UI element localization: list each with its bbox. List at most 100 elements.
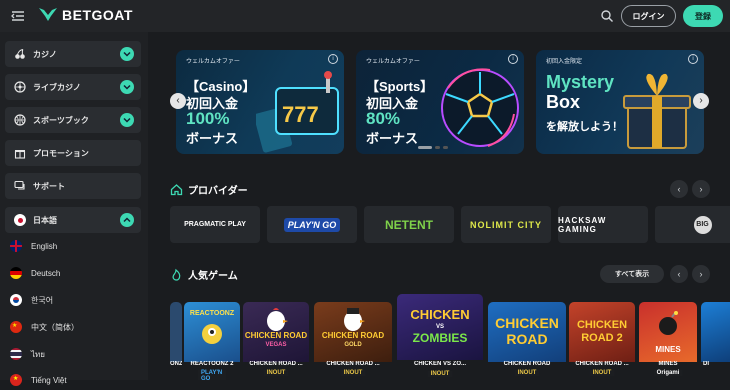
section-title: 人気ゲーム bbox=[188, 271, 238, 282]
search-icon[interactable] bbox=[600, 9, 614, 23]
provider-label: BIG bbox=[693, 215, 712, 234]
language-option-label: ไทย bbox=[31, 349, 45, 359]
game-card[interactable]: MINES MINES Origami bbox=[639, 302, 697, 380]
chevron-down-icon[interactable] bbox=[120, 47, 134, 61]
chevron-down-icon[interactable] bbox=[120, 113, 134, 127]
language-option-label: 中文（简体） bbox=[31, 322, 79, 332]
provider-netent[interactable]: NETENT bbox=[364, 206, 454, 243]
brand-name: BETGOAT bbox=[62, 7, 133, 23]
language-option-thai[interactable]: ไทย bbox=[10, 344, 45, 364]
popular-heading: 人気ゲーム bbox=[170, 267, 238, 282]
banner-tag: ウェルカムオファー bbox=[366, 59, 420, 65]
sidebar-item-label: ライブカジノ bbox=[33, 82, 81, 92]
sidebar-item-casino[interactable]: カジノ bbox=[5, 41, 141, 67]
provider-label: NOLIMIT CITY bbox=[470, 219, 542, 230]
sidebar-item-sportsbook[interactable]: スポーツブック bbox=[5, 107, 141, 133]
pagination-dot[interactable] bbox=[443, 146, 448, 149]
game-card[interactable]: CHICKEN ROAD CHICKEN ROAD INOUT bbox=[488, 302, 566, 380]
top-bar: BETGOAT ログイン 登録 bbox=[0, 0, 730, 32]
sidebar-item-label: プロモーション bbox=[33, 148, 89, 158]
language-option-korean[interactable]: 한국어 bbox=[10, 290, 53, 310]
flame-icon bbox=[170, 268, 183, 281]
game-name: DI bbox=[703, 361, 709, 367]
provider-nolimit-city[interactable]: NOLIMIT CITY bbox=[461, 206, 551, 243]
games-next-button[interactable]: › bbox=[692, 265, 710, 283]
game-name: CHICKEN ROAD ... bbox=[575, 361, 629, 367]
game-thumbnail bbox=[170, 302, 182, 362]
providers-prev-button[interactable]: ‹ bbox=[670, 180, 688, 198]
game-thumb-subtitle: GOLD bbox=[344, 342, 362, 348]
provider-playn-go[interactable]: PLAY'N GO bbox=[267, 206, 357, 243]
game-thumb-title: CHICKEN bbox=[576, 319, 628, 331]
chevron-down-icon[interactable] bbox=[120, 80, 134, 94]
register-button[interactable]: 登録 bbox=[683, 5, 723, 27]
info-icon[interactable]: i bbox=[508, 54, 518, 64]
game-thumbnail: CHICKEN ROAD bbox=[488, 302, 566, 362]
game-card[interactable]: CHICKEN VS ZOMBIES CHICKEN VS ZO... INOU… bbox=[397, 294, 483, 380]
sidebar-item-live-casino[interactable]: ライブカジノ bbox=[5, 74, 141, 100]
provider-label: PRAGMATIC PLAY bbox=[184, 221, 246, 228]
login-button[interactable]: ログイン bbox=[621, 5, 676, 27]
gift-icon bbox=[13, 146, 27, 160]
game-thumb-title: MINES bbox=[655, 345, 681, 354]
game-name: ONZ bbox=[170, 361, 182, 367]
game-card[interactable]: REACTOONZ REACTOONZ 2 PLAY'N GO bbox=[184, 302, 240, 380]
games-prev-button[interactable]: ‹ bbox=[670, 265, 688, 283]
game-thumbnail bbox=[701, 302, 730, 362]
menu-collapse-icon[interactable] bbox=[10, 9, 26, 23]
provider-label: NETENT bbox=[385, 217, 433, 232]
sidebar-item-support[interactable]: サポート bbox=[5, 173, 141, 199]
game-thumb-subtitle: VEGAS bbox=[265, 342, 287, 348]
language-selector[interactable]: 日本語 bbox=[5, 207, 141, 233]
language-label: 日本語 bbox=[33, 215, 57, 225]
provider-big[interactable]: BIG bbox=[655, 206, 730, 243]
game-name: MINES bbox=[658, 361, 678, 367]
info-icon[interactable]: i bbox=[328, 54, 338, 64]
provider-label: HACKSAW GAMING bbox=[558, 215, 607, 234]
language-option-deutsch[interactable]: Deutsch bbox=[10, 263, 60, 283]
banner-mystery-box[interactable]: 初回入金限定 i Mystery Box を解放しよう！ bbox=[536, 50, 704, 154]
game-provider-badge: INOUT bbox=[340, 370, 366, 376]
provider-pragmatic-play[interactable]: PRAGMATIC PLAY bbox=[170, 206, 260, 243]
game-thumbnail: CHICKEN ROAD GOLD bbox=[314, 302, 392, 362]
game-card[interactable]: CHICKEN ROAD 2 CHICKEN ROAD ... INOUT bbox=[569, 302, 635, 380]
game-card[interactable]: ONZ bbox=[170, 302, 182, 380]
view-all-button[interactable]: すべて表示 bbox=[600, 265, 664, 283]
chevron-up-icon[interactable] bbox=[120, 213, 134, 227]
game-thumbnail: REACTOONZ bbox=[184, 302, 240, 362]
pagination-dot[interactable] bbox=[435, 146, 440, 149]
banner-sports-welcome[interactable]: ウェルカムオファー i 【Sports】 初回入金 80% ボーナス bbox=[356, 50, 524, 154]
game-thumb-title: CHICKEN bbox=[410, 307, 470, 322]
banner-prev-button[interactable]: ‹ bbox=[170, 93, 186, 109]
sidebar-item-label: スポーツブック bbox=[33, 115, 89, 125]
banner-tag: ウェルカムオファー bbox=[186, 59, 240, 65]
sidebar-item-label: カジノ bbox=[33, 49, 57, 59]
language-option-vietnamese[interactable]: ★ Tiếng Việt bbox=[10, 370, 67, 390]
brand-logo[interactable]: BETGOAT bbox=[38, 7, 133, 23]
language-option-chinese[interactable]: ★ 中文（简体） bbox=[10, 317, 79, 337]
info-icon[interactable]: i bbox=[688, 54, 698, 64]
home-icon bbox=[170, 183, 183, 196]
game-name: CHICKEN ROAD ... bbox=[326, 361, 380, 367]
provider-hacksaw-gaming[interactable]: HACKSAW GAMING bbox=[558, 206, 648, 243]
banner-casino-welcome[interactable]: 777 ウェルカムオファー i 【Casino】 初回入金 100% ボーナス bbox=[176, 50, 344, 154]
game-thumbnail: CHICKEN ROAD VEGAS bbox=[243, 302, 309, 362]
uk-flag-icon bbox=[10, 240, 22, 252]
language-option-english[interactable]: English bbox=[10, 236, 57, 256]
main-content: 777 ウェルカムオファー i 【Casino】 初回入金 100% ボーナス … bbox=[148, 32, 730, 380]
sidebar-item-label: サポート bbox=[33, 181, 65, 191]
game-thumb-subtitle: ROAD 2 bbox=[581, 332, 623, 344]
game-card[interactable]: DI bbox=[701, 302, 730, 380]
game-thumbnail: MINES bbox=[639, 302, 697, 362]
banner-next-button[interactable]: › bbox=[693, 93, 709, 109]
game-thumbnail: CHICKEN VS ZOMBIES bbox=[397, 294, 483, 360]
game-card[interactable]: CHICKEN ROAD GOLD CHICKEN ROAD ... INOUT bbox=[314, 302, 392, 380]
game-card[interactable]: CHICKEN ROAD VEGAS CHICKEN ROAD ... INOU… bbox=[243, 302, 309, 380]
mystery-box-art bbox=[623, 73, 691, 149]
banner-line: ボーナス bbox=[366, 131, 419, 146]
germany-flag-icon bbox=[10, 267, 22, 279]
providers-heading: プロバイダー bbox=[170, 182, 248, 197]
providers-next-button[interactable]: › bbox=[692, 180, 710, 198]
sidebar-item-promotions[interactable]: プロモーション bbox=[5, 140, 141, 166]
pagination-dot[interactable] bbox=[418, 146, 432, 149]
